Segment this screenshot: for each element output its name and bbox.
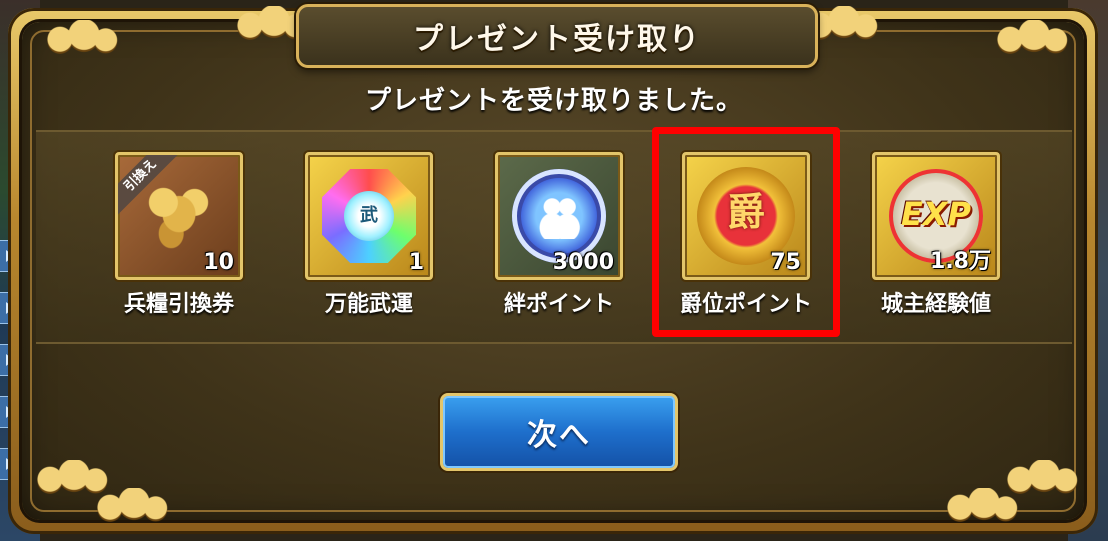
cloud-ornament-icon <box>990 20 1070 52</box>
item-quantity: 10 <box>203 250 234 275</box>
people-icon <box>536 193 582 239</box>
item-quantity: 1.8万 <box>930 249 991 274</box>
reward-item-lord-exp: EXP 1.8万 城主経験値 <box>861 152 1011 318</box>
fortune-glyph: 武 <box>344 191 394 241</box>
item-label: 兵糧引換券 <box>123 292 234 317</box>
exp-coin-icon: EXP 1.8万 <box>872 152 1000 280</box>
cloud-ornament-icon <box>1000 460 1080 492</box>
wheat-art <box>140 179 218 257</box>
dialog-title: プレゼント受け取り <box>413 22 701 57</box>
exp-glyph: EXP <box>901 195 971 233</box>
reward-item-bond-points: 3000 絆ポイント <box>484 152 634 318</box>
rainbow-octagon-icon: 武 1 <box>305 152 433 280</box>
cloud-ornament-icon <box>40 20 120 52</box>
item-quantity: 1 <box>408 250 424 275</box>
wheat-icon: 引換え 10 <box>115 152 243 280</box>
next-button-label: 次へ <box>527 418 591 453</box>
bond-coin-icon: 3000 <box>495 152 623 280</box>
cloud-ornament-icon <box>940 488 1020 520</box>
dialog-message: プレゼントを受け取りました。 <box>364 86 743 116</box>
title-plaque: プレゼント受け取り <box>296 4 818 68</box>
highlight-box <box>652 127 840 337</box>
reward-item-food-ticket: 引換え 10 兵糧引換券 <box>104 152 254 318</box>
item-label: 城主経験値 <box>880 292 991 317</box>
item-quantity: 3000 <box>552 250 614 275</box>
cloud-ornament-icon <box>90 488 170 520</box>
item-label: 万能武運 <box>324 292 413 317</box>
next-button[interactable]: 次へ <box>440 393 678 471</box>
item-label: 絆ポイント <box>503 292 614 317</box>
reward-item-universal-fortune: 武 1 万能武運 <box>294 152 444 318</box>
